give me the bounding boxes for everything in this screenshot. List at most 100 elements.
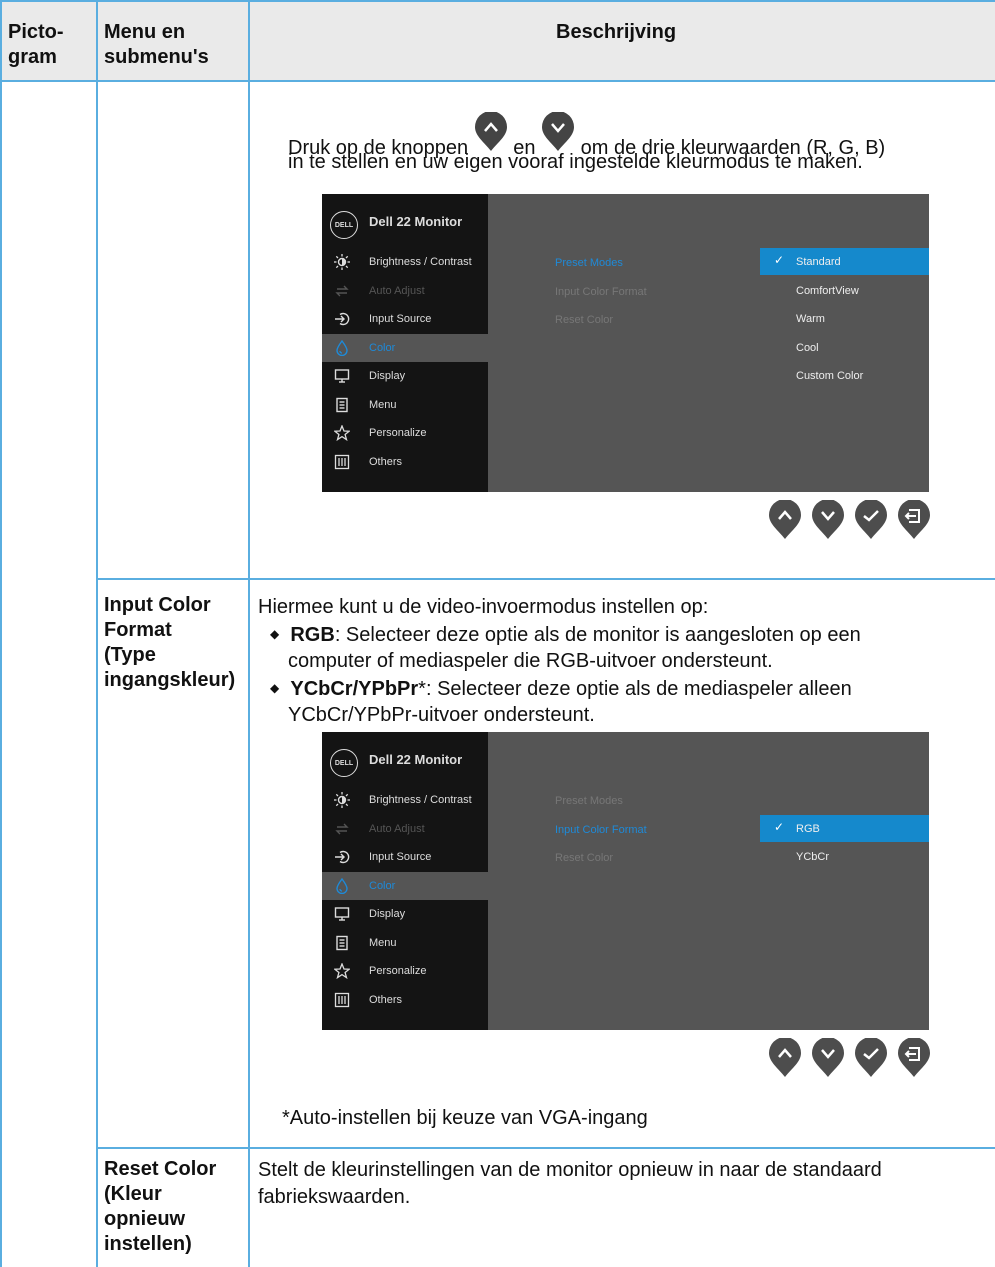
bullet-ycbcr-line2: YCbCr/YPbPr-uitvoer ondersteunt.: [288, 704, 595, 726]
brightness-icon: [334, 792, 350, 808]
header-pictogram: Picto- gram: [8, 21, 64, 68]
menu-label-reset-color: Reset Color (Kleur opnieuw instellen): [104, 1158, 217, 1255]
back-button-icon: [898, 1038, 930, 1077]
check-button-icon: [855, 500, 887, 539]
brightness-icon: [334, 254, 350, 270]
osd-menu-label: Input Source: [369, 851, 432, 863]
menu-icon: [336, 935, 348, 950]
osd-menu-label: Display: [369, 908, 406, 920]
osd-menu-item: Personalize: [322, 957, 488, 985]
osd-menu-item: Menu: [322, 929, 488, 957]
row3-description: Stelt de kleurinstellingen van de monito…: [258, 1159, 882, 1181]
down-button-icon: [812, 500, 844, 539]
osd-screenshot: DELL Dell 22 Monitor Brightness / Contra…: [322, 732, 929, 1030]
osd-option-label: Cool: [796, 341, 819, 354]
osd-menu-item: Color: [322, 871, 488, 900]
up-button-icon: [769, 500, 801, 539]
input-source-icon: [335, 850, 350, 864]
osd-menu-label: Others: [369, 993, 403, 1006]
color-icon: [336, 339, 348, 356]
osd-submenu-item: Preset Modes: [555, 795, 623, 807]
osd-menu-label: Menu: [369, 936, 397, 949]
osd-menu-label: Personalize: [369, 965, 427, 977]
osd-menu-item: Color: [322, 333, 488, 362]
bullet-rgb: ◆ RGB: Selecteer deze optie als de monit…: [270, 624, 861, 646]
osd-option: Cool: [760, 334, 929, 361]
row2-intro: Hiermee kunt u de video-invoermodus inst…: [258, 596, 709, 618]
back-button-icon: [898, 500, 930, 539]
osd-menu-item: Display: [322, 900, 488, 928]
osd-option: ✓ RGB: [760, 814, 929, 842]
osd-option-label: Standard: [796, 256, 841, 268]
osd-menu-item: Input Source: [322, 843, 488, 871]
auto-adjust-icon: [335, 823, 349, 834]
osd-menu-item: Auto Adjust: [322, 277, 488, 305]
up-button-icon: [769, 1038, 801, 1077]
osd-menu-item: Menu: [322, 391, 488, 419]
osd-submenu-item: Preset Modes: [555, 257, 623, 269]
row-divider: [96, 1147, 995, 1149]
osd-option: ComfortView: [760, 277, 929, 304]
osd-menu-item: Others: [322, 986, 488, 1014]
osd-title: Dell 22 Monitor: [369, 752, 463, 767]
osd-menu-item: Personalize: [322, 419, 488, 447]
star-icon: [334, 425, 350, 441]
table-border-top: [0, 0, 995, 2]
up-button-icon: [474, 111, 508, 151]
down-button-icon: [541, 111, 575, 151]
input-source-icon: [335, 312, 350, 326]
osd-option-label: Custom Color: [796, 370, 864, 382]
osd-option: Custom Color: [760, 362, 929, 389]
dell-logo: DELL: [330, 211, 358, 239]
footnote: *Auto-instellen bij keuze van VGA-ingang: [282, 1107, 648, 1129]
row1-description-line2: in te stellen en uw eigen vooraf ingeste…: [288, 151, 863, 173]
row-divider: [96, 578, 995, 580]
display-icon: [334, 907, 350, 921]
auto-adjust-icon: [335, 285, 349, 296]
osd-menu-item: Input Source: [322, 305, 488, 333]
bullet-ycbcr: ◆ YCbCr/YPbPr*: Selecteer deze optie als…: [270, 678, 852, 700]
osd-menu-label: Display: [369, 370, 406, 382]
osd-menu-item: Auto Adjust: [322, 815, 488, 843]
osd-submenu-item: Reset Color: [555, 852, 614, 864]
others-icon: [334, 992, 350, 1007]
dell-logo: DELL: [330, 749, 358, 777]
star-icon: [334, 963, 350, 979]
osd-option: Warm: [760, 305, 929, 332]
column-divider: [96, 0, 98, 1267]
osd-menu-label: Color: [369, 879, 396, 892]
osd-menu-label: Input Source: [369, 313, 432, 325]
header-menu: Menu en submenu's: [104, 21, 209, 68]
check-icon: ✓: [774, 819, 785, 834]
bullet-rgb-line2: computer of mediaspeler die RGB-uitvoer …: [288, 650, 773, 672]
osd-submenu-item: Reset Color: [555, 314, 614, 326]
osd-screenshot: DELL Dell 22 Monitor Brightness / Contra…: [322, 194, 929, 492]
display-icon: [334, 369, 350, 383]
menu-icon: [336, 397, 348, 412]
osd-menu-label: Auto Adjust: [369, 822, 425, 835]
osd-menu-label: Menu: [369, 398, 397, 411]
osd-menu-item: Others: [322, 448, 488, 476]
menu-label-input-color-format: Input Color Format (Type ingangskleur): [104, 594, 236, 691]
check-button-icon: [855, 1038, 887, 1077]
osd-option-label: YCbCr: [796, 851, 830, 863]
osd-menu-label: Brightness / Contrast: [369, 794, 472, 806]
table-border-left: [0, 0, 2, 1267]
osd-option: YCbCr: [760, 843, 929, 870]
osd-menu-label: Auto Adjust: [369, 284, 425, 297]
osd-submenu-item: Input Color Format: [555, 823, 647, 836]
osd-menu-label: Color: [369, 341, 396, 354]
color-icon: [336, 877, 348, 894]
osd-submenu-item: Input Color Format: [555, 285, 647, 298]
check-icon: ✓: [774, 253, 785, 267]
osd-title: Dell 22 Monitor: [369, 214, 463, 229]
osd-menu-item: Brightness / Contrast: [322, 786, 488, 814]
osd-option-label: Warm: [796, 313, 825, 325]
row3-description-line2: fabriekswaarden.: [258, 1186, 411, 1208]
down-button-icon: [812, 1038, 844, 1077]
header-border: [0, 80, 995, 82]
osd-option-label: RGB: [796, 822, 820, 835]
column-divider: [248, 0, 250, 1267]
osd-menu-item: Display: [322, 362, 488, 390]
header-description: Beschrijving: [556, 21, 677, 43]
